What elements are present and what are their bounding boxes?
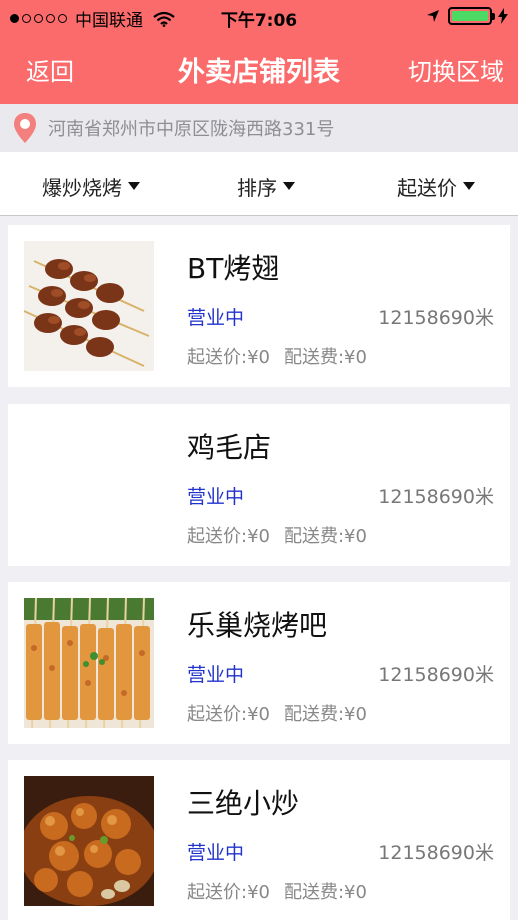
shop-card[interactable]: 乐巢烧烤吧 营业中 12158690米 起送价:¥0 配送费:¥0 xyxy=(8,582,510,744)
shop-name: 三绝小炒 xyxy=(187,787,300,820)
shop-name: 乐巢烧烤吧 xyxy=(187,609,328,642)
address-bar[interactable]: 河南省郑州市中原区陇海西路331号 xyxy=(0,104,518,152)
filter-label: 爆炒烧烤 xyxy=(42,176,122,200)
filter-label: 排序 xyxy=(237,176,277,200)
filter-bar: 爆炒烧烤 排序 起送价 xyxy=(0,152,518,216)
caret-down-icon xyxy=(128,181,140,190)
shop-name: 鸡毛店 xyxy=(187,431,272,464)
switch-region-button[interactable]: 切换区域 xyxy=(408,52,504,87)
address-text: 河南省郑州市中原区陇海西路331号 xyxy=(48,119,335,140)
shop-status: 营业中 xyxy=(187,307,245,329)
shop-distance: 12158690米 xyxy=(378,842,494,864)
shop-status: 营业中 xyxy=(187,486,245,508)
charging-icon xyxy=(498,8,508,24)
filter-label: 起送价 xyxy=(397,176,457,200)
shop-name: BT烤翅 xyxy=(187,252,280,285)
delivery-fee: 配送费:¥0 xyxy=(283,347,367,368)
shop-status: 营业中 xyxy=(187,842,245,864)
min-order-price: 起送价:¥0 xyxy=(187,704,270,725)
shop-card[interactable]: BT烤翅 营业中 12158690米 起送价:¥0 配送费:¥0 xyxy=(8,225,510,387)
filter-category-dropdown[interactable]: 爆炒烧烤 xyxy=(42,172,140,201)
filter-min-price-dropdown[interactable]: 起送价 xyxy=(397,172,475,201)
shop-image xyxy=(24,241,154,371)
delivery-fee: 配送费:¥0 xyxy=(283,882,367,903)
shop-status: 营业中 xyxy=(187,664,245,686)
shop-image xyxy=(24,420,154,550)
shop-image xyxy=(24,598,154,728)
min-order-price: 起送价:¥0 xyxy=(187,347,270,368)
shop-distance: 12158690米 xyxy=(378,307,494,329)
location-pin-icon xyxy=(14,113,36,143)
filter-sort-dropdown[interactable]: 排序 xyxy=(237,172,295,201)
battery-icon xyxy=(448,7,495,25)
delivery-fee: 配送费:¥0 xyxy=(283,526,367,547)
shop-card[interactable]: 三绝小炒 营业中 12158690米 起送价:¥0 配送费:¥0 xyxy=(8,760,510,920)
header: 中国联通 下午7:06 返回 外卖店铺列表 切换区域 xyxy=(0,0,518,104)
shop-distance: 12158690米 xyxy=(378,664,494,686)
min-order-price: 起送价:¥0 xyxy=(187,526,270,547)
caret-down-icon xyxy=(463,181,475,190)
min-order-price: 起送价:¥0 xyxy=(187,882,270,903)
status-bar: 中国联通 下午7:06 xyxy=(0,0,518,34)
delivery-fee: 配送费:¥0 xyxy=(283,704,367,725)
shop-card[interactable]: 鸡毛店 营业中 12158690米 起送价:¥0 配送费:¥0 xyxy=(8,404,510,566)
shop-image xyxy=(24,776,154,906)
location-arrow-icon xyxy=(427,10,439,22)
caret-down-icon xyxy=(283,181,295,190)
shop-distance: 12158690米 xyxy=(378,486,494,508)
